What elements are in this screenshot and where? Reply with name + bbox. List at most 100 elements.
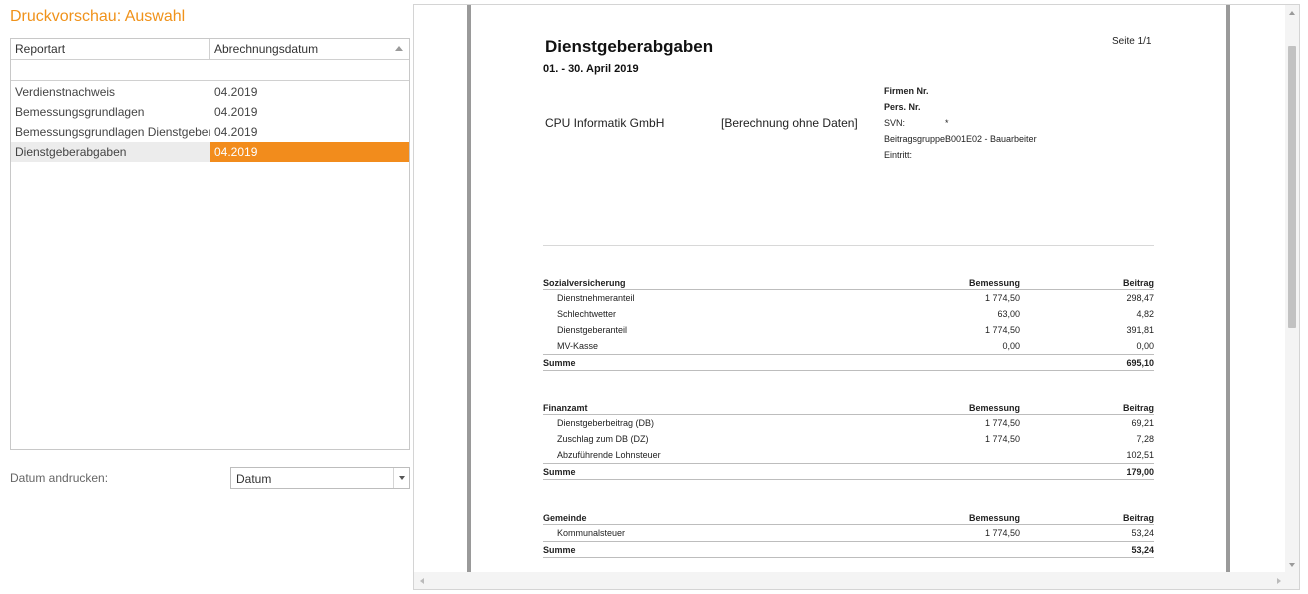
line-bemessung: 1 774,50: [984, 528, 1020, 538]
scroll-down-icon[interactable]: [1289, 563, 1295, 567]
cell-date: 04.2019: [214, 85, 258, 99]
cell-report: Verdienstnachweis: [15, 85, 116, 99]
column-bemessung: Bemessung: [968, 403, 1020, 413]
line-name: Abzuführende Lohnsteuer: [557, 450, 661, 460]
cell-report: Dienstgeberabgaben: [11, 142, 210, 162]
list-item: Dienstnehmeranteil 1 774,50 298,47: [543, 290, 1154, 306]
section-sum: Summe 53,24: [543, 541, 1154, 558]
grid-header: Reportart Abrechnungsdatum: [11, 39, 409, 60]
scrollbar-corner: [1285, 572, 1299, 589]
contribution-group-label: Beitragsgruppe:: [884, 134, 948, 144]
table-row-selected[interactable]: Dienstgeberabgaben 04.2019: [11, 142, 409, 162]
scroll-up-icon[interactable]: [1289, 11, 1295, 15]
report-title: Dienstgeberabgaben: [545, 37, 714, 56]
list-item: Abzuführende Lohnsteuer 102,51: [543, 447, 1154, 463]
column-beitrag: Beitrag: [1122, 403, 1154, 413]
date-print-value: Datum: [236, 472, 272, 486]
column-header-label: Abrechnungsdatum: [214, 42, 319, 56]
line-name: MV-Kasse: [557, 341, 599, 351]
line-beitrag: 4,82: [1136, 309, 1154, 319]
grid-rows: Verdienstnachweis 04.2019 Bemessungsgrun…: [11, 81, 409, 162]
section-sum: Summe 179,00: [543, 463, 1154, 480]
list-item: Kommunalsteuer 1 774,50 53,24: [543, 525, 1154, 541]
report-calc-note: [Berechnung ohne Daten]: [721, 116, 858, 130]
table-row[interactable]: Bemessungsgrundlagen 04.2019: [11, 102, 409, 122]
report-page-number: Seite 1/1: [1112, 36, 1152, 47]
column-bemessung: Bemessung: [968, 278, 1020, 288]
table-row[interactable]: Bemessungsgrundlagen Dienstgeber 04.2019: [11, 122, 409, 142]
report-period: 01. - 30. April 2019: [543, 63, 639, 75]
svn-label: SVN:: [884, 118, 906, 128]
line-name: Zuschlag zum DB (DZ): [557, 434, 649, 444]
list-item: MV-Kasse 0,00 0,00: [543, 338, 1154, 354]
svn-value: *: [945, 118, 949, 128]
list-item: Dienstgeberbeitrag (DB) 1 774,50 69,21: [543, 415, 1154, 431]
line-beitrag: 102,51: [1126, 450, 1154, 460]
line-bemessung: 0,00: [1002, 341, 1020, 351]
report-info-block: Firmen Nr. Pers. Nr. SVN: * Beitragsgrupp…: [884, 83, 1037, 163]
sort-ascending-icon[interactable]: [395, 46, 403, 51]
cell-date: 04.2019: [214, 105, 258, 119]
column-header-reportart[interactable]: Reportart: [11, 39, 210, 59]
dropdown-button[interactable]: [393, 468, 409, 488]
cell-report: Bemessungsgrundlagen: [15, 105, 145, 119]
sum-value: 179,00: [1126, 467, 1154, 477]
section-title: Gemeinde: [543, 513, 587, 523]
date-print-select[interactable]: Datum: [230, 467, 410, 489]
section-header: Finanzamt Bemessung Beitrag: [543, 400, 1154, 415]
line-name: Dienstgeberanteil: [557, 325, 628, 335]
print-preview[interactable]: Dienstgeberabgaben Seite 1/1 01. - 30. A…: [413, 4, 1300, 590]
scrollbar-thumb[interactable]: [1288, 46, 1296, 328]
line-name: Dienstnehmeranteil: [557, 293, 635, 303]
sum-label: Summe: [543, 358, 576, 368]
section-title: Finanzamt: [543, 403, 588, 413]
panel-title: Druckvorschau: Auswahl: [10, 8, 186, 25]
report-page: Dienstgeberabgaben Seite 1/1 01. - 30. A…: [471, 5, 1226, 573]
page-edge-right: [1226, 5, 1230, 573]
personnel-number-label: Pers. Nr.: [884, 102, 921, 112]
line-beitrag: 391,81: [1126, 325, 1154, 335]
line-beitrag: 0,00: [1136, 341, 1154, 351]
line-bemessung: 1 774,50: [984, 325, 1020, 335]
cell-date: 04.2019: [214, 125, 258, 139]
date-print-label: Datum andrucken:: [10, 471, 109, 485]
section-sum: Summe 695,10: [543, 354, 1154, 371]
sum-label: Summe: [543, 467, 576, 477]
list-item: Dienstgeberanteil 1 774,50 391,81: [543, 322, 1154, 338]
sum-label: Summe: [543, 545, 576, 555]
report-grid[interactable]: Reportart Abrechnungsdatum Verdienstnach…: [10, 38, 410, 450]
line-name: Schlechtwetter: [557, 309, 617, 319]
line-bemessung: 1 774,50: [984, 293, 1020, 303]
line-bemessung: 1 774,50: [984, 434, 1020, 444]
contribution-group-line: Beitragsgruppe:B001E02 - Bauarbeiter: [884, 131, 1037, 147]
column-header-abrechnungsdatum[interactable]: Abrechnungsdatum: [210, 39, 409, 59]
cell-report: Bemessungsgrundlagen Dienstgeber: [15, 125, 210, 139]
list-item: Zuschlag zum DB (DZ) 1 774,50 7,28: [543, 431, 1154, 447]
scroll-right-icon[interactable]: [1277, 578, 1281, 584]
column-bemessung: Bemessung: [968, 513, 1020, 523]
chevron-down-icon: [399, 476, 405, 480]
contribution-group-value: B001E02 - Bauarbeiter: [945, 134, 1037, 144]
sum-value: 695,10: [1126, 358, 1154, 368]
line-name: Dienstgeberbeitrag (DB): [557, 418, 655, 428]
section-title: Sozialversicherung: [543, 278, 626, 288]
svn-line: SVN: *: [884, 115, 1037, 131]
section-sozialversicherung: Sozialversicherung Bemessung Beitrag Die…: [543, 275, 1154, 371]
firm-number-label: Firmen Nr.: [884, 86, 929, 96]
line-beitrag: 69,21: [1131, 418, 1154, 428]
cell-date: 04.2019: [210, 142, 409, 162]
table-row[interactable]: Verdienstnachweis 04.2019: [11, 82, 409, 102]
sum-value: 53,24: [1131, 545, 1154, 555]
column-beitrag: Beitrag: [1122, 278, 1154, 288]
divider: [543, 245, 1154, 246]
section-header: Sozialversicherung Bemessung Beitrag: [543, 275, 1154, 290]
vertical-scrollbar[interactable]: [1285, 5, 1299, 573]
report-company: CPU Informatik GmbH: [545, 116, 665, 130]
grid-filter-row[interactable]: [11, 60, 409, 81]
section-finanzamt: Finanzamt Bemessung Beitrag Dienstgeberb…: [543, 400, 1154, 480]
column-beitrag: Beitrag: [1122, 513, 1154, 523]
scroll-left-icon[interactable]: [420, 578, 424, 584]
section-header: Gemeinde Bemessung Beitrag: [543, 510, 1154, 525]
horizontal-scrollbar[interactable]: [414, 572, 1287, 589]
line-beitrag: 7,28: [1136, 434, 1154, 444]
